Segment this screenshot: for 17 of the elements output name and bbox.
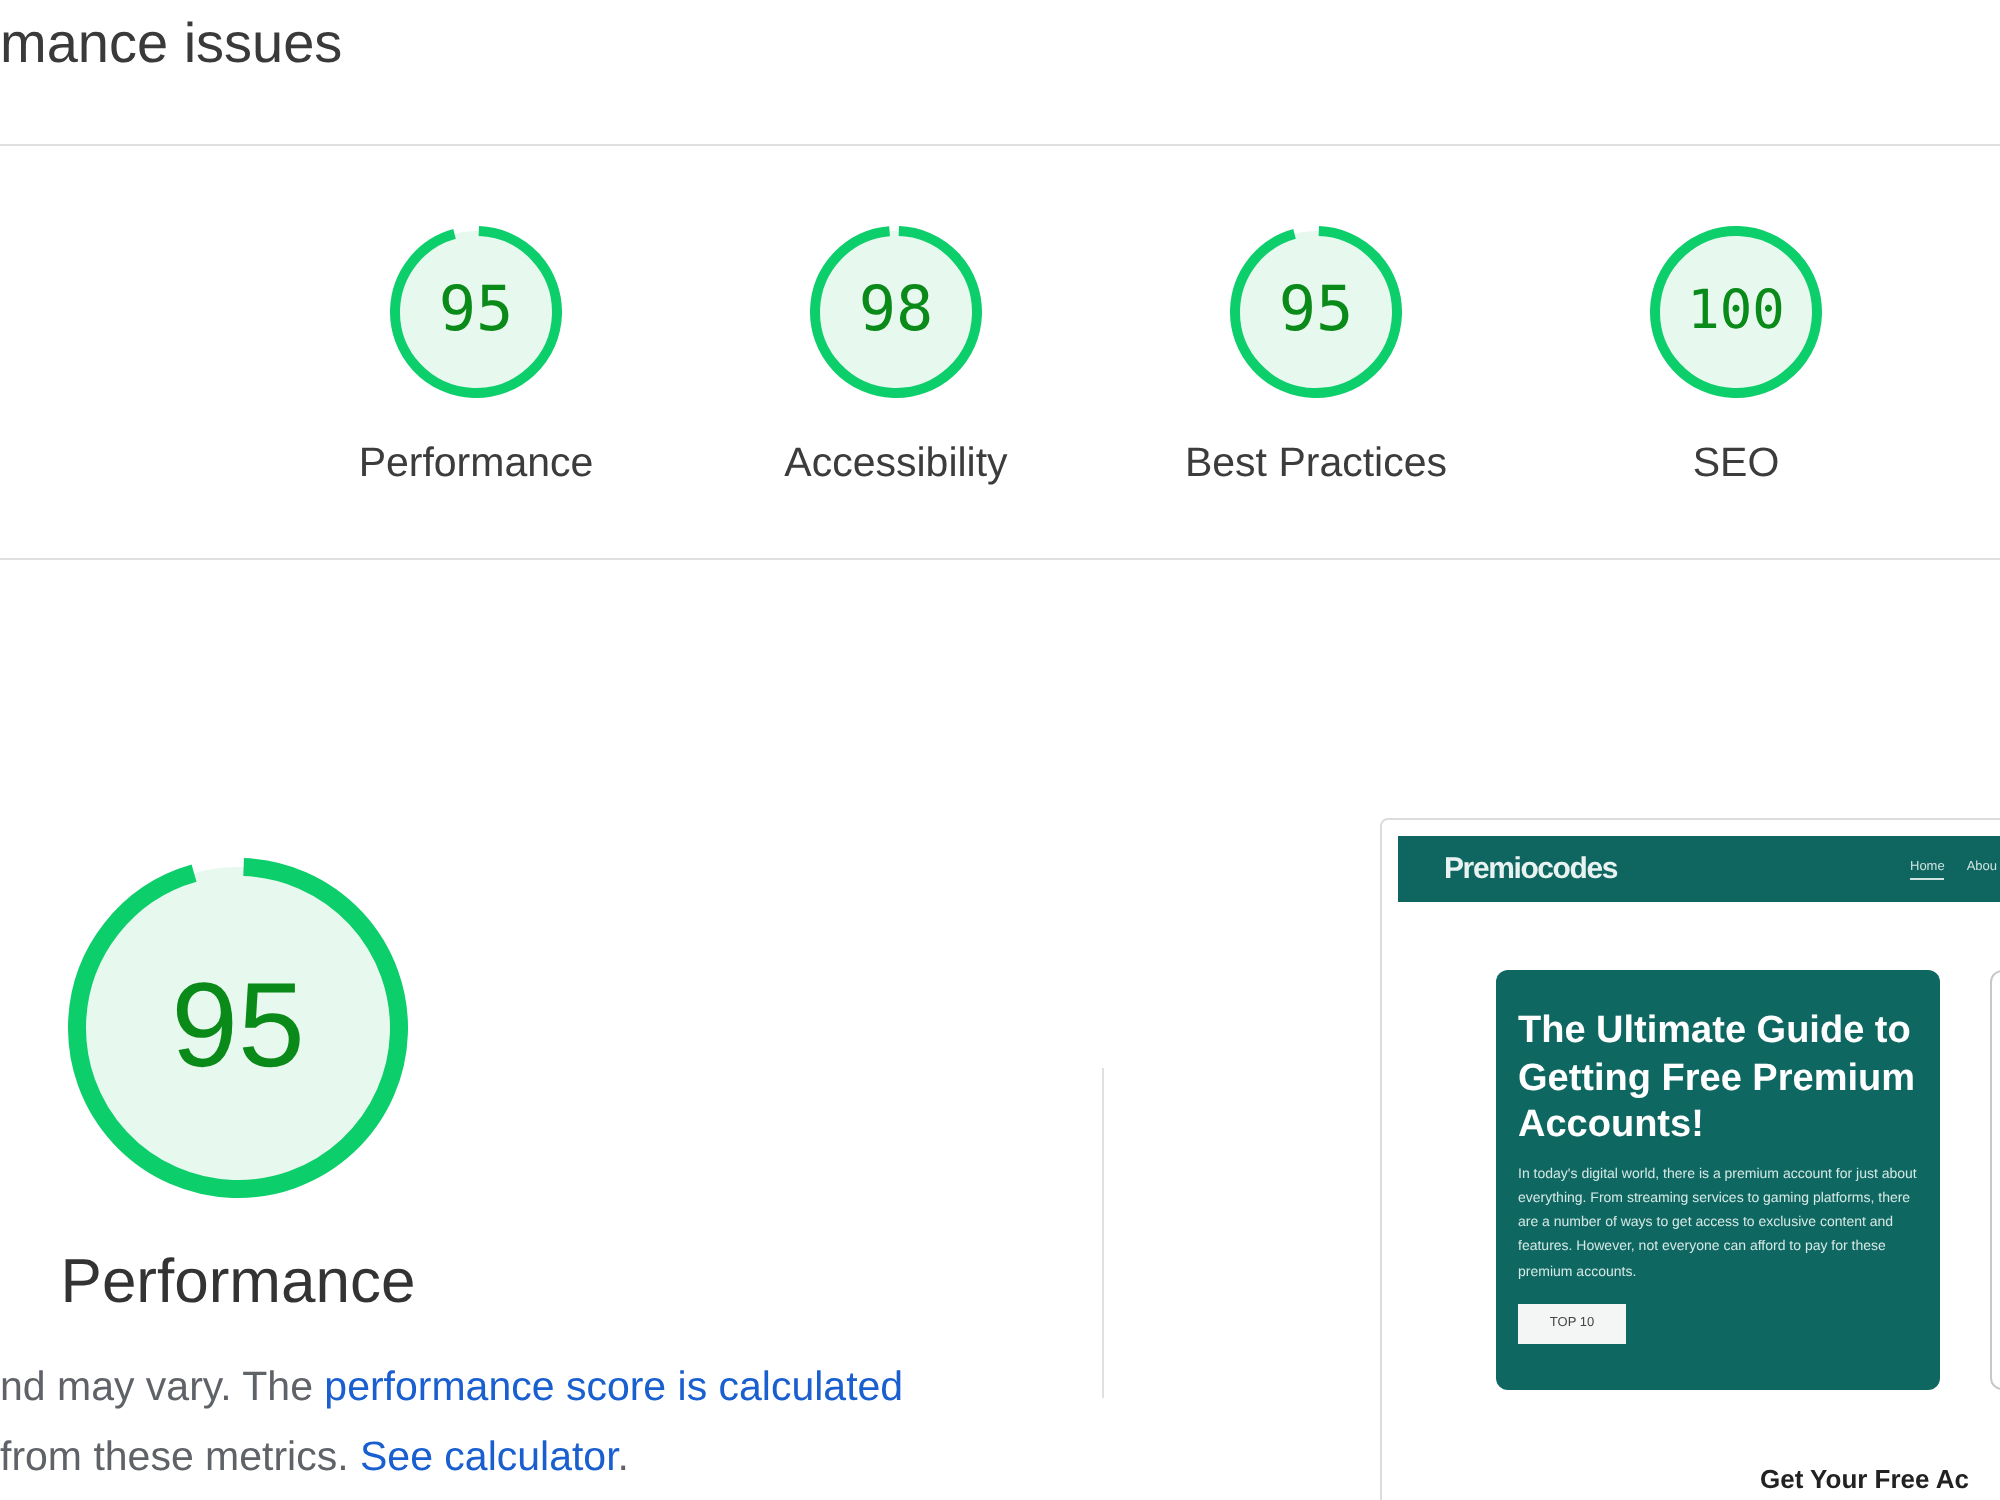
description-text: nd may vary. The performance score is calculated from these metrics. See calculator. bbox=[0, 1362, 906, 1484]
text-link[interactable]: See calculator bbox=[360, 1434, 618, 1480]
site-logo-text: Premiocodes bbox=[1444, 852, 1620, 886]
gauge-label: Performance bbox=[60, 1246, 416, 1318]
section-heading: Get Your Free Ac bbox=[1758, 1464, 1972, 1494]
gauge-label: Performance bbox=[358, 440, 594, 488]
text-link[interactable]: performance score is calculated bbox=[324, 1364, 904, 1410]
section-title: mance issues bbox=[0, 12, 343, 76]
gauge-label: Best Practices bbox=[1184, 440, 1448, 488]
gauge-label: SEO bbox=[1692, 440, 1780, 488]
score-value: 95 bbox=[1278, 279, 1354, 342]
gauge-label: Accessibility bbox=[784, 440, 1008, 488]
score-value: 95 bbox=[171, 965, 305, 1086]
score-value: 95 bbox=[438, 279, 514, 342]
score-value: 100 bbox=[1687, 283, 1785, 338]
hero-title: The Ultimate Guide to Getting Free Premium Accounts! bbox=[1518, 1008, 1917, 1149]
score-value: 98 bbox=[858, 279, 934, 342]
